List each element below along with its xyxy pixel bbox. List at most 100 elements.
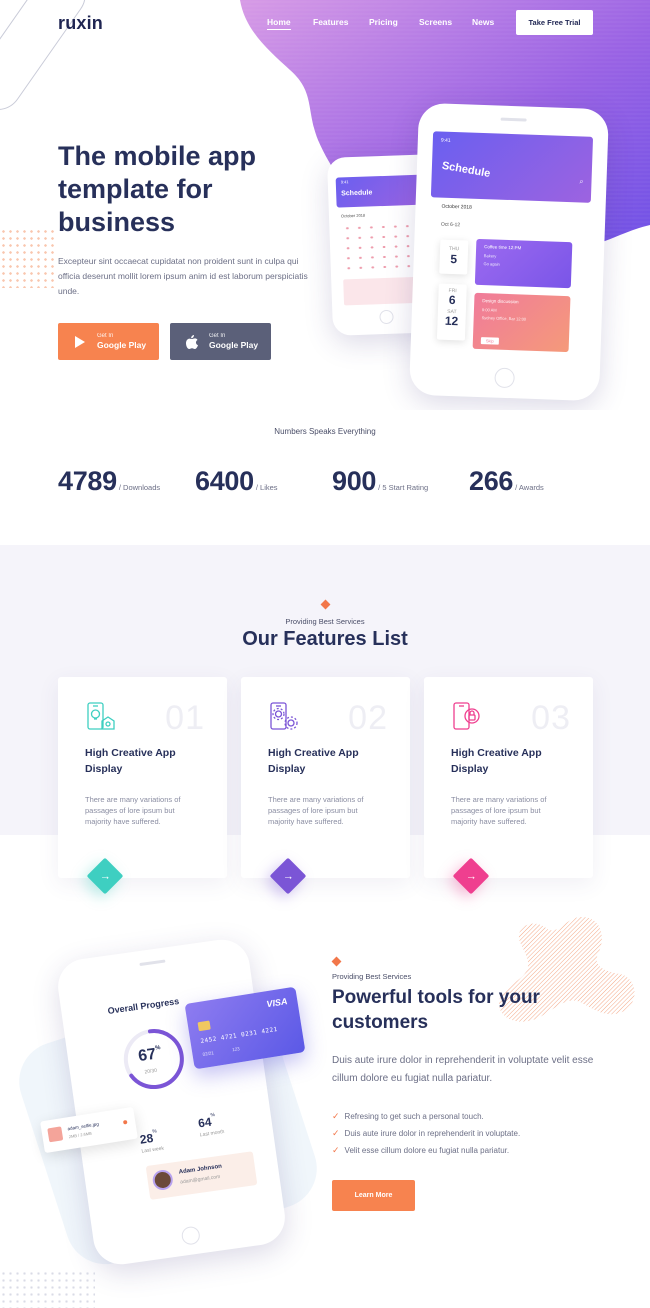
phone-large-time: 9:41 (440, 137, 451, 144)
play-icon (72, 334, 88, 350)
phone-small-time: 9:41 (340, 179, 349, 185)
stat-b-unit: % (210, 1112, 216, 1119)
section-diamond-marker (331, 956, 342, 967)
nav-item-screens[interactable]: Screens (419, 17, 452, 27)
hero-subtitle: Excepteur sint occaecat cupidatat non pr… (58, 256, 308, 296)
check-icon: ✓ (332, 1111, 340, 1121)
progress-percent-value: 67 (137, 1045, 158, 1066)
stat-likes: 6400 / Likes (195, 466, 278, 497)
checklist-item: ✓ Refresing to get such a personal touch. (332, 1108, 520, 1125)
checklist-text: Refresing to get such a personal touch. (344, 1112, 484, 1121)
progress-percent: 67% (137, 1045, 162, 1066)
stat-label: / Awards (515, 483, 544, 492)
store-button-small-text: Get In (209, 333, 226, 339)
google-play-button[interactable]: Get In Google Play (58, 323, 159, 360)
event-day-number: 6 (448, 292, 456, 308)
mobile-idea-icon (84, 701, 116, 733)
event-day-card: FRI 6 SAT 12 (436, 283, 467, 341)
phone-small-month: October 2018 (340, 212, 366, 219)
feature-title: High Creative App Display (451, 747, 542, 775)
file-name: adam_selfie.jpg (67, 1121, 100, 1132)
event-line: 9:00 AM (481, 307, 497, 313)
stat-label: / 5 Start Rating (378, 483, 429, 492)
decorative-dots (0, 1270, 95, 1308)
nav-item-home[interactable]: Home (267, 17, 291, 30)
feature-description: There are many variations of passages of… (268, 795, 364, 826)
feature-number: 02 (348, 699, 388, 737)
file-status-dot (122, 1119, 128, 1125)
phone-large-header: 9:41 Schedule ⌕ (430, 131, 594, 203)
event-skip-button: Skip (480, 337, 499, 345)
user-card: Adam Johnson adam@gmail.com (145, 1151, 258, 1200)
stat-awards: 266 / Awards (469, 466, 544, 497)
brand-logo[interactable]: ruxin (58, 13, 103, 34)
nav-item-pricing[interactable]: Pricing (369, 17, 398, 27)
phone-small-title: Schedule (341, 189, 373, 198)
checklist-text: Velit esse cillum dolore eu fugiat nulla… (344, 1146, 510, 1155)
phone-large-section: Oct 6-12 (440, 221, 461, 229)
phone-large-title: Schedule (440, 159, 492, 181)
event-day-card: THU 5 (439, 239, 469, 275)
feature-arrow-button[interactable]: → (452, 857, 490, 895)
feature-arrow-button[interactable]: → (86, 857, 124, 895)
stat-b-label: Last month (199, 1128, 225, 1139)
mobile-lock-icon (450, 701, 482, 733)
feature-card[interactable]: 03 High Creative App Display There are m… (424, 677, 593, 895)
card-number: 2452 4721 0231 4221 (200, 1025, 279, 1046)
brand-name: ruxin (58, 13, 104, 33)
event-card-purple: Coffee time 12:PM Bakery Go again (474, 238, 573, 289)
tools-checklist: ✓ Refresing to get such a personal touch.… (332, 1108, 520, 1159)
store-button-label: Google Play (209, 340, 259, 350)
stat-value: 266 (469, 466, 514, 496)
event-day-number: 5 (450, 251, 458, 267)
feature-title: High Creative App Display (268, 747, 359, 775)
feature-card[interactable]: 01 High Creative App Display There are m… (58, 677, 227, 895)
stat-value: 4789 (58, 466, 117, 496)
feature-card[interactable]: 02 High Creative App Display There are m… (241, 677, 410, 895)
store-button-label: Google Play (97, 340, 147, 350)
hero-section: 9:41 Schedule October 2018 9:41 Schedule… (0, 0, 650, 410)
event-line: Bakery (483, 253, 497, 259)
hero-title: The mobile app template for business (58, 141, 257, 237)
tools-description: Duis aute irure dolor in reprehenderit i… (332, 1055, 594, 1084)
stat-label: / Likes (255, 483, 278, 492)
check-icon: ✓ (332, 1128, 340, 1138)
event-card-pink: Design discussion 9:00 AM Sydney Office,… (472, 292, 571, 353)
event-day-number: 12 (444, 313, 459, 329)
card-chip-icon (197, 1020, 211, 1032)
stats-heading: Numbers Speaks Everything (274, 427, 376, 436)
card-cvv: 123 (231, 1046, 241, 1053)
check-icon: ✓ (332, 1145, 340, 1155)
phone-speaker (138, 959, 166, 967)
avatar (151, 1168, 175, 1192)
stat-downloads: 4789 / Downloads (58, 466, 160, 497)
stat-a-label: Last week (141, 1145, 165, 1155)
tools-kicker: Providing Best Services (332, 972, 412, 981)
free-trial-button[interactable]: Take Free Trial (516, 10, 593, 35)
nav-item-features[interactable]: Features (313, 17, 348, 27)
event-line: Coffee time 12:PM (484, 244, 522, 251)
arrow-right-icon: → (465, 870, 477, 882)
features-kicker: Providing Best Services (285, 617, 365, 626)
event-line: Design discussion (482, 298, 519, 305)
feature-arrow-button[interactable]: → (269, 857, 307, 895)
nav-item-news[interactable]: News (472, 17, 494, 27)
card-exp: 02/21 (202, 1050, 215, 1057)
tools-phone-mockup: Overall Progress 67% 20/30 28% Last week… (54, 936, 289, 1268)
card-brand: VISA (265, 996, 289, 1010)
event-line: Sydney Office, Bar 12:00 (481, 315, 527, 322)
learn-more-button[interactable]: Learn More (332, 1180, 415, 1211)
phone-home-button (180, 1225, 201, 1246)
stat-rating: 900 / 5 Start Rating (332, 466, 428, 497)
arrow-right-icon: → (282, 870, 294, 882)
feature-title: High Creative App Display (85, 747, 176, 775)
store-button-small-text: Get In (97, 333, 114, 339)
phone-small-home-button (379, 309, 394, 325)
decorative-dots (0, 228, 56, 288)
stat-last-week: 28% Last week (139, 1128, 165, 1155)
app-store-button[interactable]: Get In Google Play (170, 323, 271, 360)
progress-title: Overall Progress (107, 996, 180, 1016)
feature-number: 01 (165, 699, 205, 737)
stat-last-month: 64% Last month (197, 1111, 225, 1138)
event-line: Go again (483, 261, 500, 267)
